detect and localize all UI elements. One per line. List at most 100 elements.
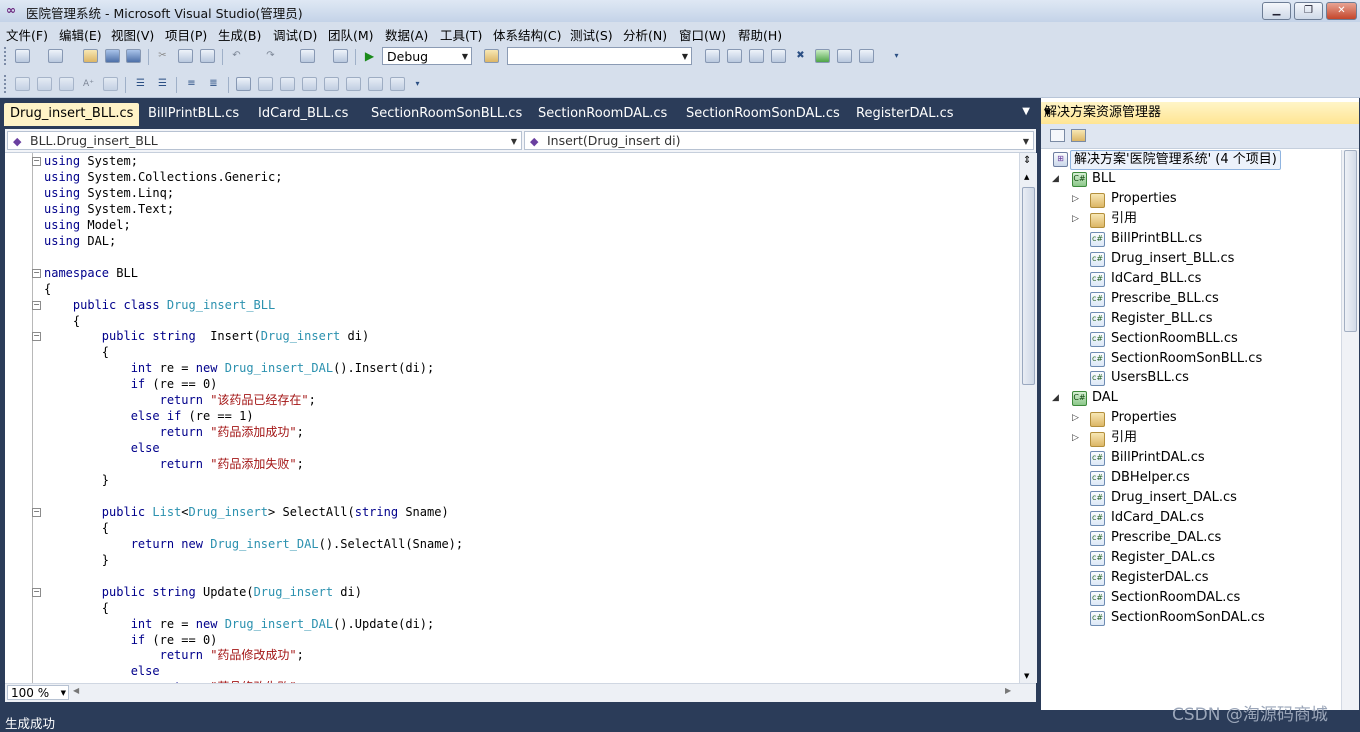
scrollbar-thumb[interactable] — [1022, 187, 1035, 385]
next-bookmark-icon[interactable] — [280, 77, 295, 91]
folder-node[interactable]: 引用 — [1111, 429, 1137, 447]
undo-icon[interactable]: ↶ — [229, 49, 244, 63]
file-node[interactable]: Drug_insert_BLL.cs — [1111, 250, 1234, 268]
code-line[interactable]: return "药品修改成功"; — [44, 647, 304, 663]
solution-node[interactable]: 解决方案'医院管理系统' (4 个项目) — [1070, 150, 1281, 170]
complete-word-icon[interactable]: A⁺ — [81, 77, 96, 91]
menu-tools[interactable]: 工具(T) — [440, 25, 482, 44]
configuration-dropdown[interactable]: Debug ▼ — [382, 47, 472, 65]
code-line[interactable]: if (re == 0) — [44, 376, 218, 392]
menu-project[interactable]: 项目(P) — [165, 25, 207, 44]
menu-file[interactable]: 文件(F) — [6, 25, 48, 44]
increase-indent-icon[interactable]: ☰ — [155, 77, 170, 91]
scrollbar-thumb[interactable] — [1344, 150, 1357, 332]
expand-arrow-icon[interactable]: ◢ — [1052, 174, 1059, 184]
add-item-icon[interactable] — [48, 49, 63, 63]
expand-arrow-icon[interactable]: ◢ — [1052, 393, 1059, 403]
previous-bookmark-folder-icon[interactable] — [302, 77, 317, 91]
file-node[interactable]: Register_BLL.cs — [1111, 310, 1212, 328]
file-node[interactable]: SectionRoomDAL.cs — [1111, 589, 1240, 607]
code-line[interactable]: int re = new Drug_insert_DAL().Insert(di… — [44, 360, 435, 376]
save-icon[interactable] — [105, 49, 120, 63]
properties-window-icon[interactable] — [727, 49, 742, 63]
code-line[interactable]: return "药品添加失败"; — [44, 456, 304, 472]
collapse-icon[interactable]: − — [32, 157, 41, 166]
code-line[interactable]: public string Insert(Drug_insert di) — [44, 328, 369, 344]
code-line[interactable]: { — [44, 313, 80, 329]
object-browser-icon[interactable] — [749, 49, 764, 63]
collapse-icon[interactable]: − — [32, 507, 41, 517]
code-line[interactable]: namespace BLL — [44, 265, 138, 281]
file-node[interactable]: RegisterDAL.cs — [1111, 569, 1209, 587]
panel-menu-icon[interactable]: ▼ — [1044, 102, 1315, 124]
file-node[interactable]: IdCard_DAL.cs — [1111, 509, 1204, 527]
command-window-icon[interactable] — [859, 49, 874, 63]
menu-window[interactable]: 窗口(W) — [679, 25, 726, 44]
minimize-button[interactable]: ▁ — [1262, 2, 1291, 20]
toolbar-grip[interactable] — [4, 47, 9, 65]
menu-view[interactable]: 视图(V) — [111, 25, 154, 44]
zoom-dropdown[interactable]: 100 % ▼ — [7, 685, 69, 700]
paste-icon[interactable] — [200, 49, 215, 63]
file-node[interactable]: SectionRoomSonBLL.cs — [1111, 350, 1262, 368]
close-button[interactable]: ✕ — [1326, 2, 1357, 20]
code-line[interactable]: int re = new Drug_insert_DAL().Update(di… — [44, 616, 435, 632]
code-line[interactable]: public class Drug_insert_BLL — [44, 297, 275, 313]
solution-explorer-scrollbar[interactable] — [1341, 150, 1359, 724]
code-line[interactable]: else — [44, 440, 160, 456]
uncomment-icon[interactable]: ≣ — [206, 77, 221, 91]
menu-analyze[interactable]: 分析(N) — [623, 25, 667, 44]
code-line[interactable]: } — [44, 552, 109, 568]
editor-vertical-scrollbar[interactable]: ⇕ ▲ ▼ — [1019, 153, 1037, 683]
file-node[interactable]: BillPrintBLL.cs — [1111, 230, 1202, 248]
save-all-icon[interactable] — [126, 49, 141, 63]
menu-build[interactable]: 生成(B) — [218, 25, 261, 44]
collapse-arrow-icon[interactable]: ▷ — [1072, 433, 1079, 443]
display-word-completion-icon[interactable] — [103, 77, 118, 91]
editor-horizontal-scrollbar[interactable]: 100 % ▼ ◀ ▶ — [5, 683, 1036, 702]
member-list-icon[interactable] — [15, 77, 30, 91]
file-node[interactable]: DBHelper.cs — [1111, 469, 1190, 487]
code-line[interactable]: } — [44, 472, 109, 488]
next-bookmark-folder-icon[interactable] — [324, 77, 339, 91]
find-combobox[interactable]: ▼ — [507, 47, 692, 65]
menu-edit[interactable]: 编辑(E) — [59, 25, 102, 44]
solution-explorer-icon[interactable] — [705, 49, 720, 63]
tab-idcard-bll[interactable]: IdCard_BLL.cs — [258, 103, 348, 126]
parameter-info-icon[interactable] — [37, 77, 52, 91]
previous-bookmark-document-icon[interactable] — [346, 77, 361, 91]
code-line[interactable]: else if (re == 1) — [44, 408, 254, 424]
collapse-icon[interactable]: − — [32, 268, 41, 278]
type-dropdown[interactable]: ◆ BLL.Drug_insert_BLL ▼ — [7, 131, 522, 150]
file-node[interactable]: Prescribe_BLL.cs — [1111, 290, 1219, 308]
open-file-icon[interactable] — [83, 49, 98, 63]
toolbox-icon[interactable] — [771, 49, 786, 63]
folder-node[interactable]: Properties — [1111, 190, 1177, 208]
file-node[interactable]: Prescribe_DAL.cs — [1111, 529, 1221, 547]
folder-node[interactable]: 引用 — [1111, 210, 1137, 228]
new-project-icon[interactable] — [15, 49, 30, 63]
code-line[interactable]: public List<Drug_insert> SelectAll(strin… — [44, 504, 449, 520]
tab-register-dal[interactable]: RegisterDAL.cs — [856, 103, 954, 126]
toggle-bookmark-icon[interactable] — [236, 77, 251, 91]
code-line[interactable]: { — [44, 281, 51, 297]
tab-sectionroomson-bll[interactable]: SectionRoomSonBLL.cs — [371, 103, 522, 126]
navigate-forward-icon[interactable] — [333, 49, 348, 63]
file-node[interactable]: IdCard_BLL.cs — [1111, 270, 1201, 288]
tab-list-menu-icon[interactable]: ▼ — [1022, 106, 1030, 117]
code-line[interactable]: return "该药品已经存在"; — [44, 392, 316, 408]
code-line[interactable]: public string Update(Drug_insert di) — [44, 584, 362, 600]
tab-billprint-bll[interactable]: BillPrintBLL.cs — [148, 103, 239, 126]
collapse-arrow-icon[interactable]: ▷ — [1072, 214, 1079, 224]
code-line[interactable]: using Model; — [44, 217, 131, 233]
tools-icon[interactable]: ✖ — [793, 49, 808, 63]
find-in-files-icon[interactable] — [484, 49, 499, 63]
file-node[interactable]: SectionRoomBLL.cs — [1111, 330, 1238, 348]
project-node[interactable]: DAL — [1092, 389, 1118, 407]
tab-sectionroomson-dal[interactable]: SectionRoomSonDAL.cs — [686, 103, 840, 126]
collapse-arrow-icon[interactable]: ▷ — [1072, 194, 1079, 204]
file-node[interactable]: SectionRoomSonDAL.cs — [1111, 609, 1265, 627]
scroll-down-icon[interactable]: ▼ — [1024, 672, 1029, 680]
navigate-backward-icon[interactable] — [300, 49, 315, 63]
member-dropdown[interactable]: ◆ Insert(Drug_insert di) ▼ — [524, 131, 1034, 150]
